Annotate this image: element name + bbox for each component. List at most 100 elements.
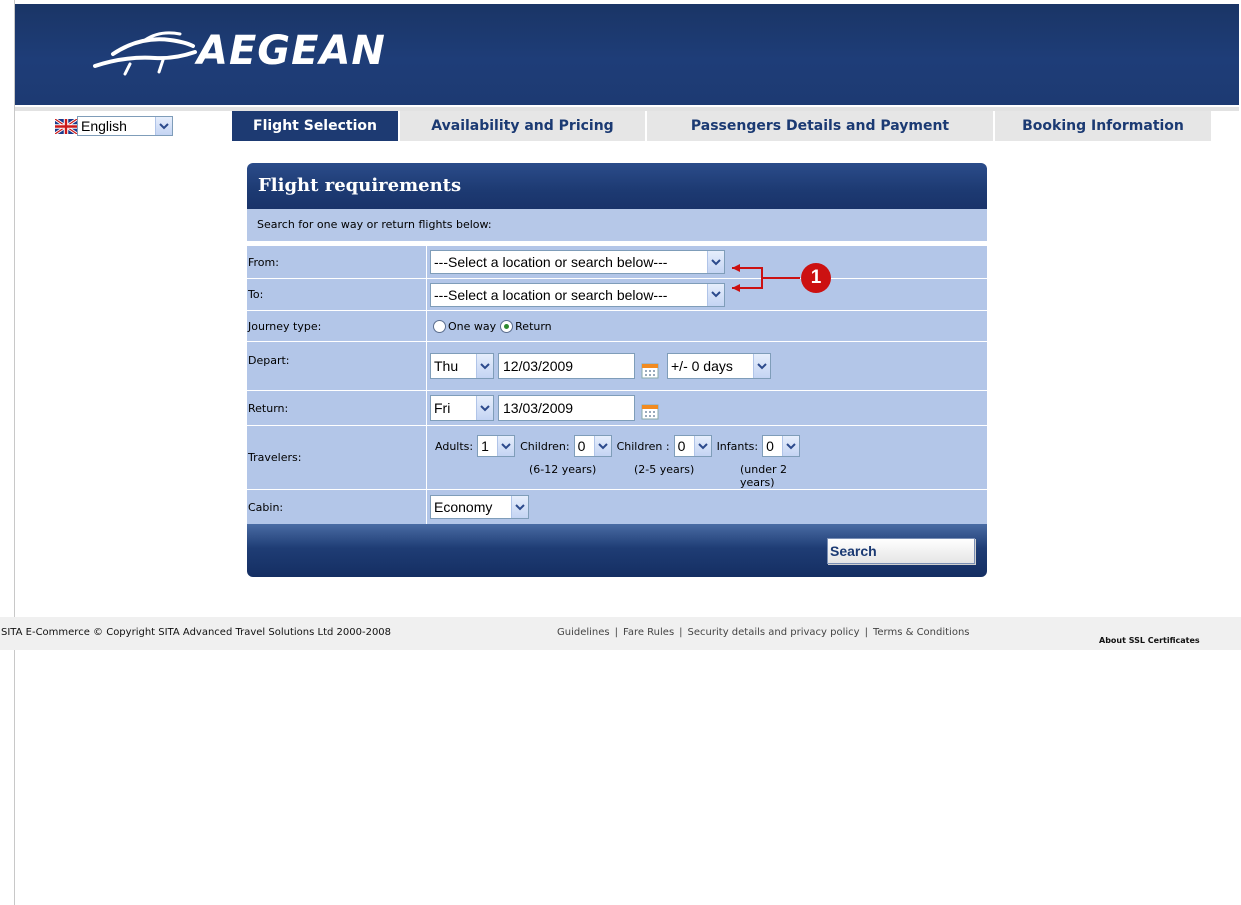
uk-flag-icon xyxy=(55,118,77,134)
adults-label: Adults: xyxy=(435,439,474,453)
to-value: ---Select a location or search below--- xyxy=(434,286,668,303)
depart-row: Depart: Thu 12/03/2009 +/- 0 days xyxy=(247,342,987,391)
flight-requirements-panel: Flight requirements Search for one way o… xyxy=(247,163,987,577)
journey-type-label: Journey type: xyxy=(247,311,427,341)
return-day-select[interactable]: Fri xyxy=(430,395,494,421)
tab-label: Flight Selection xyxy=(253,118,377,134)
footer-link-security-privacy[interactable]: Security details and privacy policy xyxy=(688,627,860,638)
children-2-5-label: Children : xyxy=(616,439,670,453)
chevron-down-icon xyxy=(753,354,770,378)
chevron-down-icon xyxy=(476,396,493,420)
panel-header: Flight requirements xyxy=(247,163,987,209)
search-button[interactable]: Search xyxy=(827,538,975,564)
from-select[interactable]: ---Select a location or search below--- xyxy=(430,250,725,274)
adults-select[interactable]: 1 xyxy=(477,435,516,457)
children-2-5-age-note: (2-5 years) xyxy=(634,463,695,476)
nav-bar: English Flight Selection Availability an… xyxy=(15,105,1239,141)
tab-passengers-details-and-payment[interactable]: Passengers Details and Payment xyxy=(647,111,993,141)
page-footer: SITA E-Commerce © Copyright SITA Advance… xyxy=(0,617,1241,650)
footer-separator: | xyxy=(679,627,683,638)
children-value: 0 xyxy=(577,438,586,454)
chevron-down-icon xyxy=(782,436,800,456)
calendar-icon[interactable] xyxy=(641,361,659,379)
to-row: To: ---Select a location or search below… xyxy=(247,279,987,311)
return-row: Return: Fri 13/03/2009 xyxy=(247,391,987,426)
to-select[interactable]: ---Select a location or search below--- xyxy=(430,282,725,307)
children-age-note: (6-12 years) xyxy=(529,463,597,476)
depart-label: Depart: xyxy=(247,342,427,390)
cabin-label: Cabin: xyxy=(247,490,427,524)
adults-value: 1 xyxy=(481,438,489,454)
tab-label: Passengers Details and Payment xyxy=(690,118,950,134)
depart-date-value: 12/03/2009 xyxy=(503,358,574,374)
panel-footer: Search xyxy=(247,524,987,577)
callout-number: 1 xyxy=(810,267,822,288)
return-label[interactable]: Return xyxy=(515,320,552,333)
aegean-bird-icon xyxy=(93,31,197,76)
cabin-value: Economy xyxy=(434,499,493,515)
depart-date-input[interactable]: 12/03/2009 xyxy=(498,353,635,379)
return-date-input[interactable]: 13/03/2009 xyxy=(498,395,635,421)
depart-flex-value: +/- 0 days xyxy=(671,358,733,374)
chevron-down-icon xyxy=(497,436,515,456)
return-radio[interactable] xyxy=(500,319,514,333)
footer-links: Guidelines | Fare Rules | Security detai… xyxy=(557,627,970,638)
tab-label: Availability and Pricing xyxy=(431,118,614,134)
infants-label: Infants: xyxy=(716,439,759,453)
copyright-text: SITA E-Commerce © Copyright SITA Advance… xyxy=(1,627,392,638)
children-2-5-select[interactable]: 0 xyxy=(673,435,712,457)
calendar-icon[interactable] xyxy=(641,402,659,420)
footer-link-fare-rules[interactable]: Fare Rules xyxy=(623,627,674,638)
footer-separator: | xyxy=(864,627,868,638)
cabin-select[interactable]: Economy xyxy=(430,495,529,519)
tab-availability-and-pricing[interactable]: Availability and Pricing xyxy=(400,111,645,141)
language-select[interactable]: English xyxy=(77,116,173,136)
return-day-value: Fri xyxy=(434,400,451,416)
page: AEGEAN English Flight Selection Availabi… xyxy=(0,0,1241,905)
travelers-label: Travelers: xyxy=(247,426,427,489)
depart-day-value: Thu xyxy=(434,358,459,374)
journey-type-row: Journey type: One way Return xyxy=(247,311,987,342)
from-row: From: ---Select a location or search bel… xyxy=(247,246,987,279)
tab-booking-information[interactable]: Booking Information xyxy=(995,111,1211,141)
one-way-label[interactable]: One way xyxy=(448,320,496,333)
travelers-row: Travelers: Adults: 1 Children: 0 Childre… xyxy=(247,426,987,490)
panel-title: Flight requirements xyxy=(258,175,462,196)
aegean-logo[interactable]: AEGEAN xyxy=(85,26,386,76)
brand-name: AEGEAN xyxy=(197,28,386,74)
cabin-row: Cabin: Economy xyxy=(247,490,987,524)
chevron-down-icon xyxy=(693,436,711,456)
chevron-down-icon xyxy=(593,436,611,456)
infants-select[interactable]: 0 xyxy=(762,435,801,457)
to-label: To: xyxy=(247,279,427,310)
children-select[interactable]: 0 xyxy=(573,435,612,457)
ssl-certificates-link[interactable]: About SSL Certificates xyxy=(1099,636,1200,645)
return-date-label: Return: xyxy=(247,391,427,425)
infants-value: 0 xyxy=(766,438,774,454)
chevron-down-icon xyxy=(155,117,172,135)
footer-link-terms[interactable]: Terms & Conditions xyxy=(873,627,970,638)
tab-flight-selection[interactable]: Flight Selection xyxy=(232,111,398,141)
panel-subtitle: Search for one way or return flights bel… xyxy=(247,209,987,241)
from-label: From: xyxy=(247,246,427,278)
site-header: AEGEAN xyxy=(15,4,1239,105)
return-date-value: 13/03/2009 xyxy=(503,400,574,416)
chevron-down-icon xyxy=(511,496,528,518)
chevron-down-icon xyxy=(707,283,724,306)
search-form: From: ---Select a location or search bel… xyxy=(247,246,987,524)
radio-selected-dot xyxy=(504,323,510,329)
infants-age-note: (under 2 years) xyxy=(740,463,788,489)
tab-label: Booking Information xyxy=(1022,118,1184,134)
children-label: Children: xyxy=(520,439,570,453)
footer-link-guidelines[interactable]: Guidelines xyxy=(557,627,610,638)
depart-flex-select[interactable]: +/- 0 days xyxy=(667,353,771,379)
from-value: ---Select a location or search below--- xyxy=(434,254,668,270)
footer-separator: | xyxy=(614,627,618,638)
children-2-5-value: 0 xyxy=(677,438,686,454)
one-way-radio[interactable] xyxy=(433,319,446,333)
chevron-down-icon xyxy=(476,354,493,378)
chevron-down-icon xyxy=(707,251,724,273)
language-selector[interactable]: English xyxy=(55,116,173,136)
depart-day-select[interactable]: Thu xyxy=(430,353,494,379)
language-value: English xyxy=(81,118,127,134)
